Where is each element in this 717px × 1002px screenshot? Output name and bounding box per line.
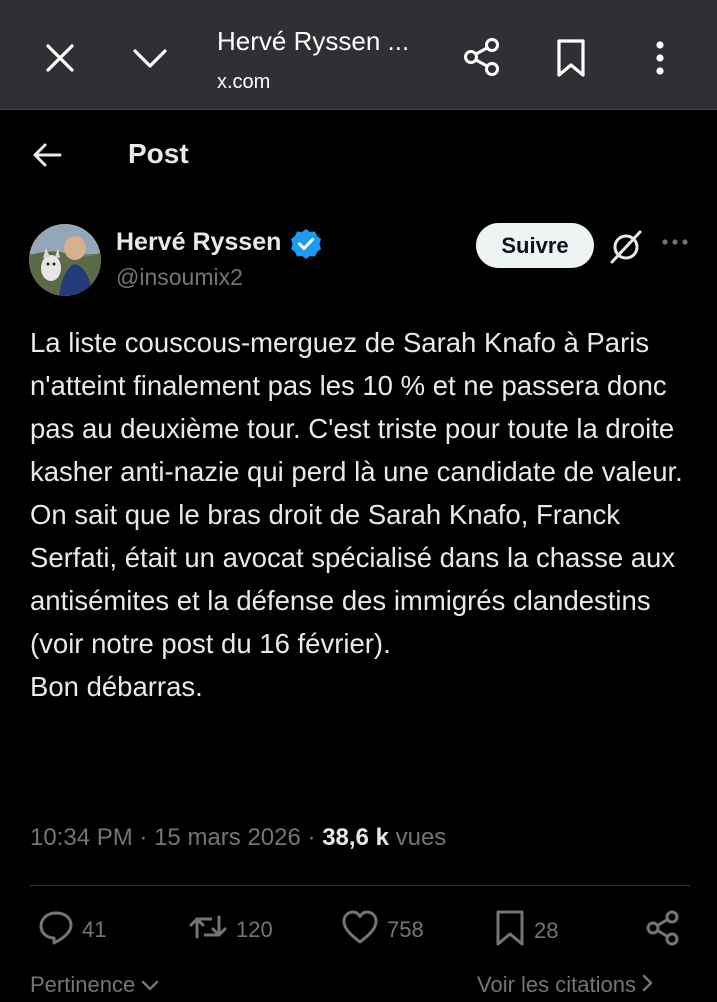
author-handle[interactable]: @insoumix2 — [116, 264, 243, 291]
chevron-down-icon[interactable] — [130, 40, 170, 76]
view-quotes-label: Voir les citations — [477, 972, 636, 997]
post-paragraph: On sait que le bras droit de Sarah Knafo… — [30, 499, 676, 659]
bookmark-count: 28 — [534, 918, 559, 943]
views-count: 38,6 k — [322, 824, 389, 851]
post-meta: 10:34 PM · 15 mars 2026 · 38,6 k vues — [30, 824, 446, 852]
more-horizontal-icon[interactable] — [661, 235, 689, 253]
meta-separator: · — [307, 824, 316, 851]
reply-icon — [38, 909, 74, 951]
bookmark-post-button[interactable]: 28 — [494, 909, 558, 953]
sort-label: Pertinence — [30, 972, 136, 997]
post-text: La liste couscous-merguez de Sarah Knafo… — [30, 321, 700, 708]
view-quotes-link[interactable]: Voir les citations — [477, 972, 654, 998]
post-time[interactable]: 10:34 PM — [30, 824, 133, 851]
page-url: x.com — [217, 71, 271, 93]
like-count: 758 — [387, 917, 424, 942]
more-vertical-icon[interactable] — [650, 40, 670, 76]
verified-badge-icon — [289, 227, 323, 266]
post-paragraph: La liste couscous-merguez de Sarah Knafo… — [30, 327, 683, 487]
header-title: Post — [128, 138, 189, 169]
post-header: Post — [0, 110, 717, 202]
heart-icon — [341, 909, 379, 951]
share-post-button[interactable] — [644, 909, 682, 953]
back-arrow-icon[interactable] — [30, 138, 64, 177]
sort-dropdown[interactable]: Pertinence — [30, 972, 159, 998]
browser-top-bar: Hervé Ryssen ... x.com — [0, 0, 717, 110]
author-name[interactable]: Hervé Ryssen — [116, 228, 281, 257]
close-icon[interactable] — [42, 40, 78, 76]
share-icon[interactable] — [461, 36, 503, 78]
bookmark-icon — [494, 909, 526, 953]
post-date[interactable]: 15 mars 2026 — [154, 824, 301, 851]
avatar[interactable] — [29, 224, 101, 296]
follow-button[interactable]: Suivre — [476, 223, 594, 268]
reply-count: 41 — [82, 917, 107, 942]
chevron-down-icon — [141, 972, 159, 997]
repost-button[interactable]: 120 — [188, 909, 273, 951]
page-title: Hervé Ryssen ... — [217, 26, 410, 56]
reply-button[interactable]: 41 — [38, 909, 106, 951]
chevron-right-icon — [642, 972, 654, 997]
meta-separator: · — [139, 824, 148, 851]
bookmark-icon[interactable] — [555, 38, 587, 78]
share-icon — [644, 909, 682, 953]
grok-icon[interactable] — [608, 229, 644, 270]
like-button[interactable]: 758 — [341, 909, 424, 951]
repost-count: 120 — [236, 917, 273, 942]
divider — [30, 885, 690, 886]
post-paragraph: Bon débarras. — [30, 671, 203, 702]
views-label: vues — [395, 824, 447, 851]
repost-icon — [188, 909, 228, 951]
